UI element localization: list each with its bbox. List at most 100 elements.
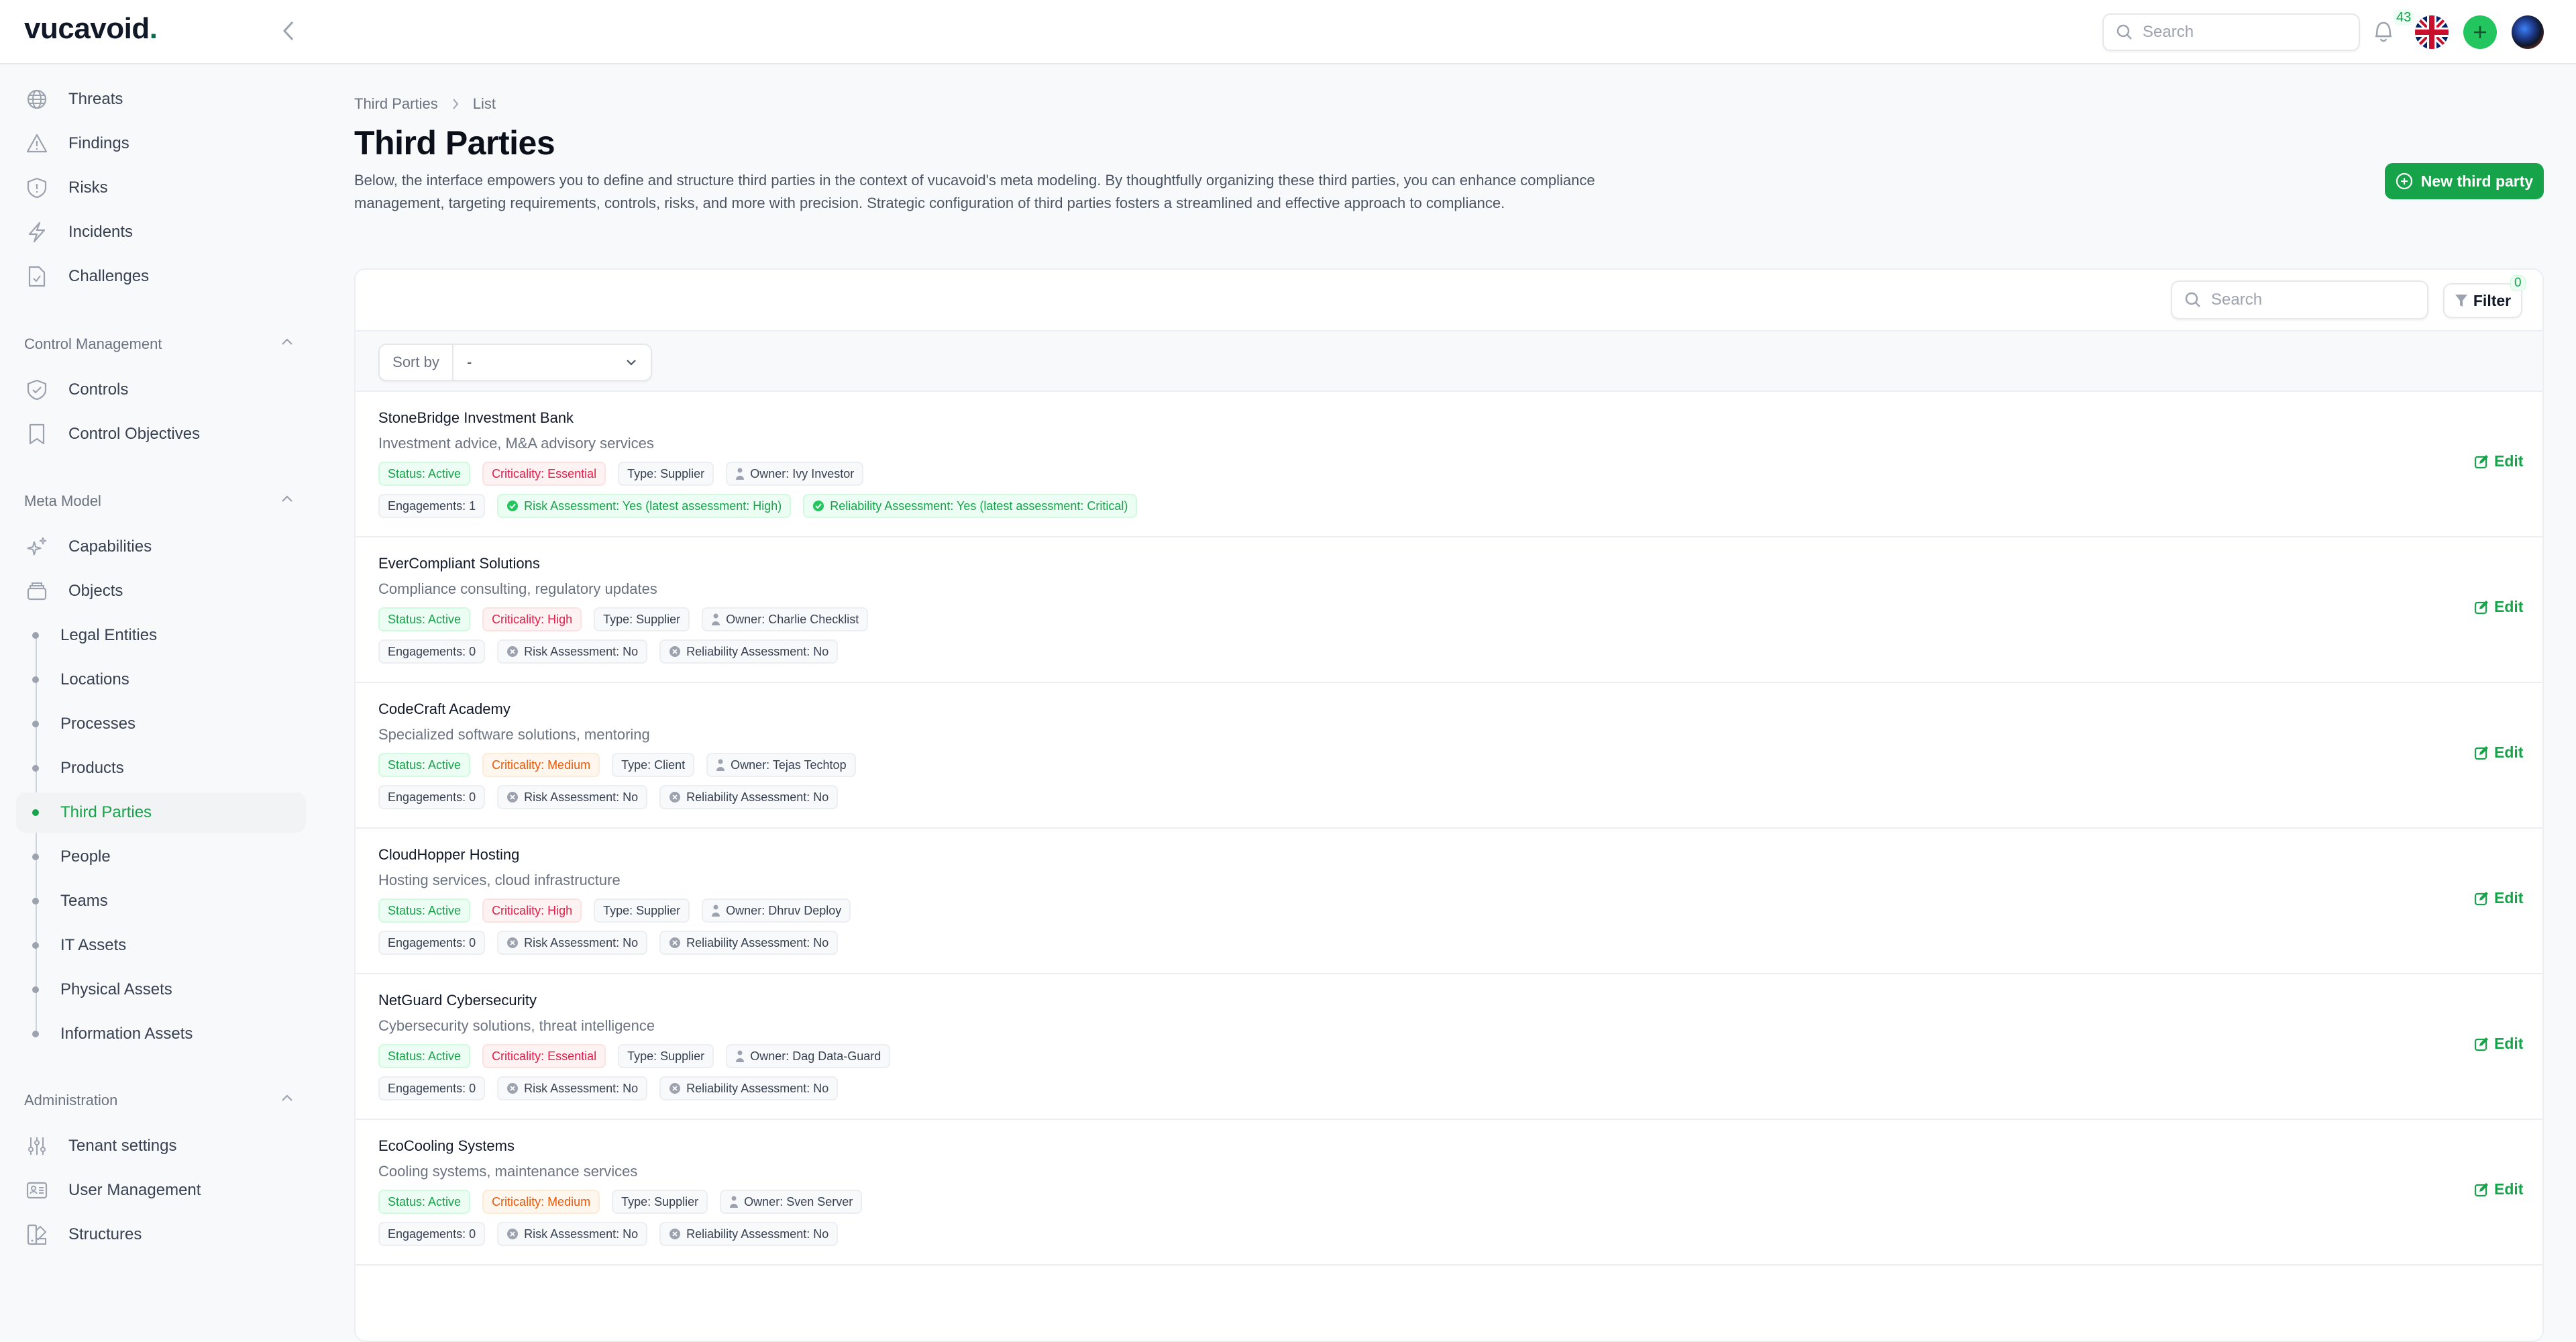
sidebar-subitem-third-parties[interactable]: Third Parties xyxy=(16,792,306,833)
third-party-name[interactable]: CloudHopper Hosting xyxy=(378,846,519,864)
sidebar-subitem-it-assets[interactable]: IT Assets xyxy=(16,925,306,966)
reliability-assessment-text: Reliability Assessment: No xyxy=(686,1081,829,1095)
section-control-management[interactable]: Control Management xyxy=(24,336,162,353)
third-party-name[interactable]: CodeCraft Academy xyxy=(378,701,511,718)
sidebar-item-objects[interactable]: Objects xyxy=(16,571,306,611)
reliability-assessment-text: Reliability Assessment: No xyxy=(686,1227,829,1241)
bullet-icon xyxy=(32,809,39,816)
logo-dot: . xyxy=(149,12,158,45)
sidebar-subitem-physical-assets[interactable]: Physical Assets xyxy=(16,970,306,1010)
sidebar-item-incidents[interactable]: Incidents xyxy=(16,212,306,252)
list-search-input[interactable] xyxy=(2211,291,2399,309)
risk-assessment-text: Risk Assessment: No xyxy=(524,1081,639,1095)
warning-triangle-icon xyxy=(25,132,48,155)
sidebar-item-threats[interactable]: Threats xyxy=(16,79,306,119)
owner-badge: Owner: Tejas Techtop xyxy=(706,753,856,777)
sidebar-subitem-processes[interactable]: Processes xyxy=(16,704,306,744)
section-administration[interactable]: Administration xyxy=(24,1092,117,1109)
reliability-assessment-badge: Reliability Assessment: No xyxy=(659,785,839,809)
owner-badge: Owner: Ivy Investor xyxy=(726,462,864,486)
edit-button[interactable]: Edit xyxy=(2474,598,2523,616)
chip-row-secondary: Engagements: 0 Risk Assessment: No Relia… xyxy=(378,931,839,955)
third-party-name[interactable]: StoneBridge Investment Bank xyxy=(378,409,574,427)
sidebar-subitem-label: Teams xyxy=(60,892,108,910)
sidebar-item-control-objectives[interactable]: Control Objectives xyxy=(16,414,306,454)
global-search-input[interactable] xyxy=(2143,23,2330,42)
chevron-down-icon xyxy=(627,360,636,366)
type-badge: Type: Supplier xyxy=(618,1044,714,1068)
edit-button[interactable]: Edit xyxy=(2474,1180,2523,1198)
collapse-sidebar-button[interactable] xyxy=(275,17,302,44)
bullet-icon xyxy=(32,898,39,905)
user-icon xyxy=(712,905,720,917)
edit-button[interactable]: Edit xyxy=(2474,1035,2523,1053)
sidebar-subitem-legal-entities[interactable]: Legal Entities xyxy=(16,615,306,656)
risk-assessment-badge: Risk Assessment: No xyxy=(497,785,648,809)
notifications-button[interactable] xyxy=(2373,19,2394,46)
sidebar-item-challenges[interactable]: Challenges xyxy=(16,256,306,297)
list-item[interactable]: EcoCooling Systems Cooling systems, main… xyxy=(356,1120,2542,1266)
edit-button[interactable]: Edit xyxy=(2474,743,2523,762)
sidebar-item-structures[interactable]: Structures xyxy=(16,1215,306,1255)
sidebar-item-label: User Management xyxy=(68,1181,201,1199)
reliability-assessment-badge: Reliability Assessment: No xyxy=(659,931,839,955)
edit-button[interactable]: Edit xyxy=(2474,452,2523,470)
logo[interactable]: vucavoid. xyxy=(24,12,158,46)
chevron-up-icon[interactable] xyxy=(280,1093,294,1102)
chevron-right-icon xyxy=(451,97,460,111)
breadcrumb-third-parties[interactable]: Third Parties xyxy=(354,95,438,113)
sidebar-item-risks[interactable]: Risks xyxy=(16,168,306,208)
sidebar-item-tenant-settings[interactable]: Tenant settings xyxy=(16,1126,306,1166)
sidebar-item-findings[interactable]: Findings xyxy=(16,123,306,164)
new-third-party-label: New third party xyxy=(2420,172,2534,190)
sidebar-item-user-management[interactable]: User Management xyxy=(16,1170,306,1210)
sidebar: Threats Findings Risks Incidents Challen… xyxy=(0,64,315,1287)
list-item[interactable]: CodeCraft Academy Specialized software s… xyxy=(356,683,2542,829)
filter-count-badge: 0 xyxy=(2510,275,2526,291)
bullet-icon xyxy=(32,676,39,683)
x-circle-icon xyxy=(507,937,519,948)
bullet-icon xyxy=(32,721,39,727)
third-party-name[interactable]: EverCompliant Solutions xyxy=(378,555,540,572)
sidebar-item-controls[interactable]: Controls xyxy=(16,370,306,410)
edit-button[interactable]: Edit xyxy=(2474,889,2523,907)
chevron-up-icon[interactable] xyxy=(280,494,294,503)
reliability-assessment-text: Reliability Assessment: Yes (latest asse… xyxy=(830,499,1128,513)
new-third-party-button[interactable]: New third party xyxy=(2385,163,2544,199)
list-item[interactable]: NetGuard Cybersecurity Cybersecurity sol… xyxy=(356,974,2542,1120)
list-item[interactable]: CloudHopper Hosting Hosting services, cl… xyxy=(356,829,2542,974)
third-party-name[interactable]: EcoCooling Systems xyxy=(378,1137,515,1155)
language-selector[interactable] xyxy=(2415,15,2449,49)
sidebar-item-capabilities[interactable]: Capabilities xyxy=(16,527,306,567)
sidebar-subitem-label: Physical Assets xyxy=(60,980,172,998)
type-badge: Type: Client xyxy=(612,753,695,777)
sidebar-subitem-information-assets[interactable]: Information Assets xyxy=(16,1014,306,1054)
list-search[interactable] xyxy=(2171,280,2428,319)
sidebar-item-label: Control Objectives xyxy=(68,425,201,443)
sidebar-item-label: Tenant settings xyxy=(68,1137,177,1155)
user-avatar[interactable] xyxy=(2512,15,2544,49)
edit-icon xyxy=(2474,745,2488,760)
risk-assessment-badge: Risk Assessment: No xyxy=(497,639,648,664)
sidebar-item-label: Structures xyxy=(68,1225,142,1243)
sort-value: - xyxy=(467,354,472,370)
chevron-up-icon[interactable] xyxy=(280,337,294,346)
check-circle-icon xyxy=(813,501,824,511)
sort-control: Sort by - xyxy=(378,344,652,381)
type-badge: Type: Supplier xyxy=(618,462,714,486)
third-party-name[interactable]: NetGuard Cybersecurity xyxy=(378,992,537,1009)
list-item[interactable]: StoneBridge Investment Bank Investment a… xyxy=(356,392,2542,537)
sidebar-subitem-teams[interactable]: Teams xyxy=(16,881,306,921)
section-meta-model[interactable]: Meta Model xyxy=(24,493,101,510)
edit-label: Edit xyxy=(2494,1035,2524,1052)
sort-select[interactable]: - xyxy=(453,345,651,380)
global-search[interactable] xyxy=(2102,13,2360,51)
status-badge: Status: Active xyxy=(378,1190,471,1214)
list-item[interactable]: EverCompliant Solutions Compliance consu… xyxy=(356,537,2542,683)
quick-add-button[interactable] xyxy=(2463,15,2497,49)
sidebar-subitem-people[interactable]: People xyxy=(16,837,306,877)
page-title: Third Parties xyxy=(354,124,555,162)
sidebar-subitem-products[interactable]: Products xyxy=(16,748,306,788)
sidebar-subitem-locations[interactable]: Locations xyxy=(16,660,306,700)
file-check-icon xyxy=(25,265,48,288)
